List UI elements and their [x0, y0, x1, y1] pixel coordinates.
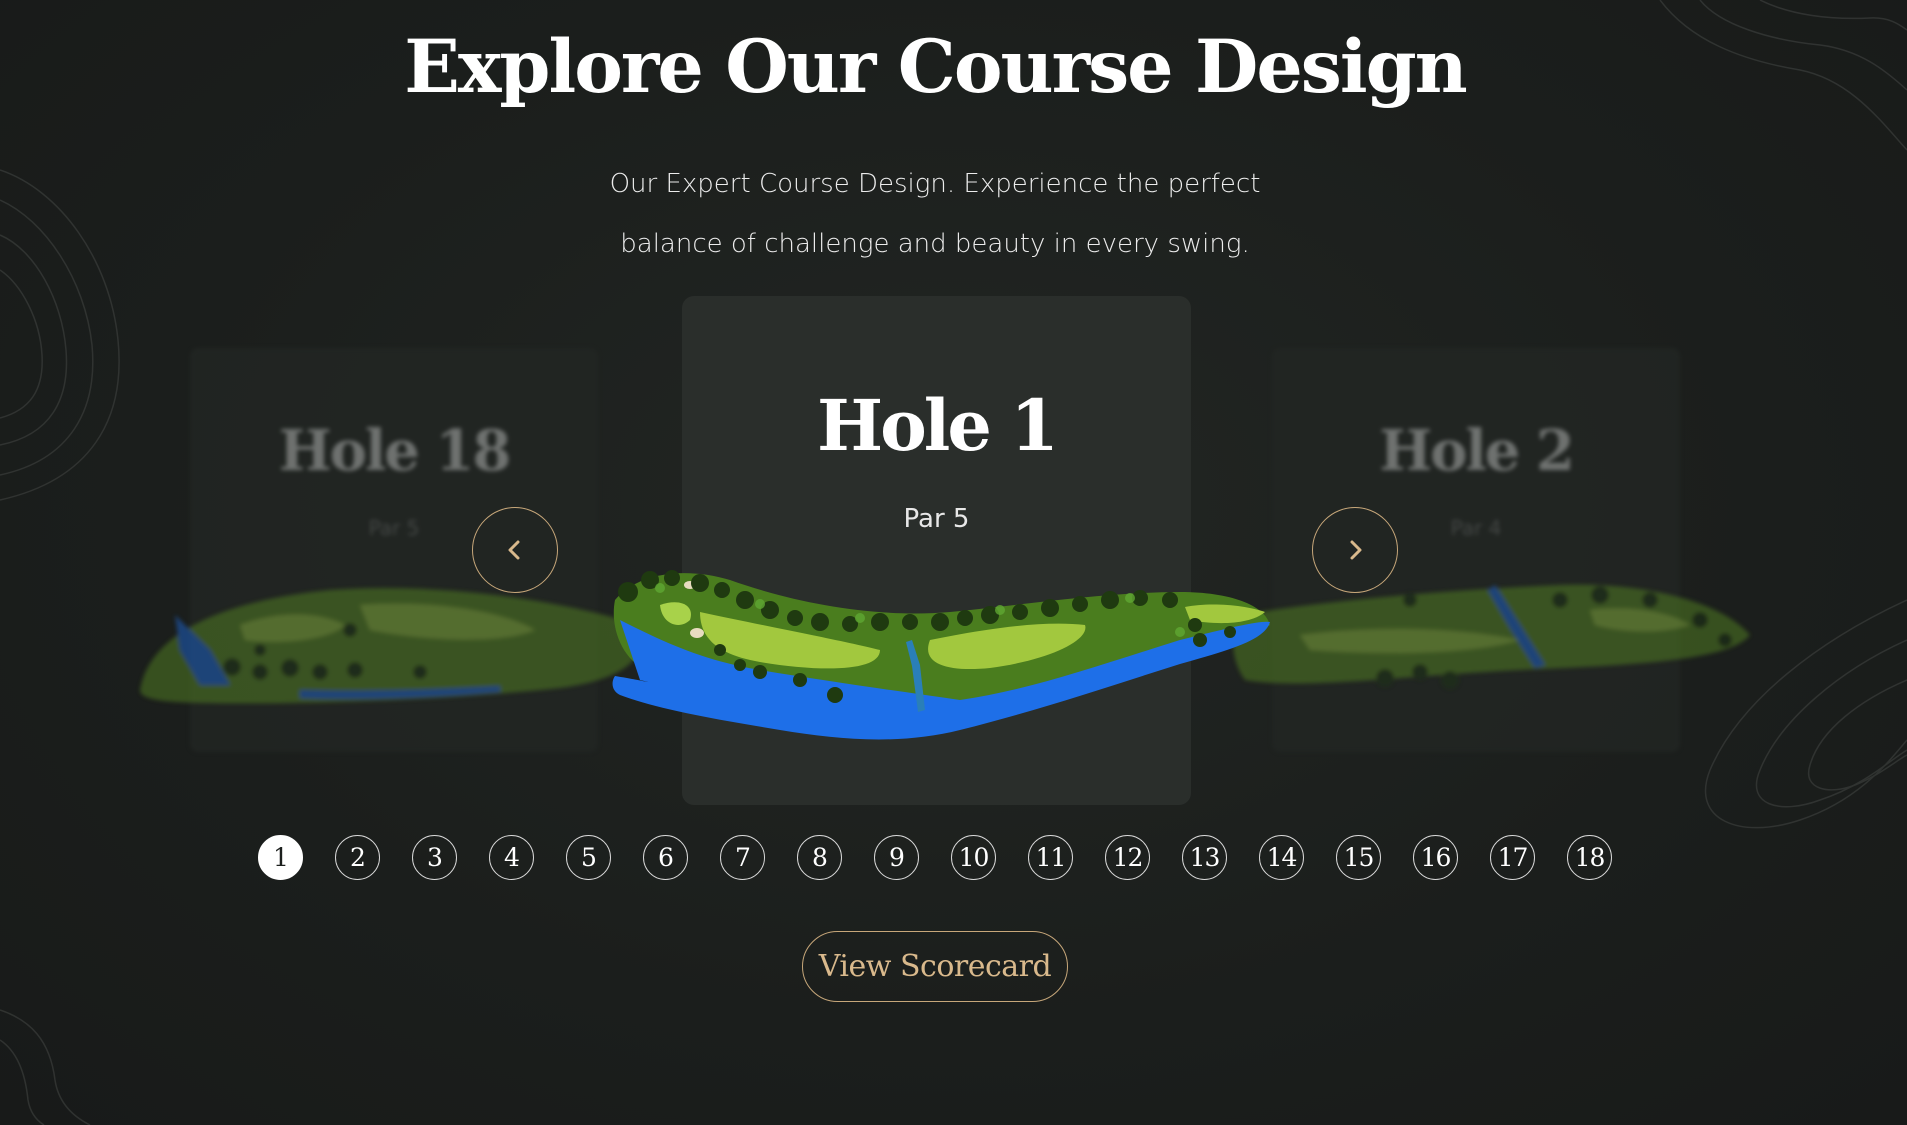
hole-18-map [140, 588, 642, 704]
hole-page-16[interactable]: 16 [1413, 835, 1458, 880]
view-scorecard-button[interactable]: View Scorecard [802, 931, 1068, 1002]
hole-1-map [612, 570, 1270, 740]
hole-page-9[interactable]: 9 [874, 835, 919, 880]
hole-page-3[interactable]: 3 [412, 835, 457, 880]
hole-2-map [1233, 584, 1750, 689]
hole-page-5[interactable]: 5 [566, 835, 611, 880]
hole-page-17[interactable]: 17 [1490, 835, 1535, 880]
hole-page-7[interactable]: 7 [720, 835, 765, 880]
hole-page-8[interactable]: 8 [797, 835, 842, 880]
next-hole-button[interactable] [1312, 507, 1398, 593]
hole-page-12[interactable]: 12 [1105, 835, 1150, 880]
chevron-left-icon [508, 540, 520, 560]
hole-page-15[interactable]: 15 [1336, 835, 1381, 880]
hole-page-18[interactable]: 18 [1567, 835, 1612, 880]
hole-page-13[interactable]: 13 [1182, 835, 1227, 880]
hole-page-1[interactable]: 1 [258, 835, 303, 880]
hole-page-10[interactable]: 10 [951, 835, 996, 880]
hole-page-11[interactable]: 11 [1028, 835, 1073, 880]
previous-hole-button[interactable] [472, 507, 558, 593]
hole-page-6[interactable]: 6 [643, 835, 688, 880]
chevron-right-icon [1350, 540, 1362, 560]
hole-page-14[interactable]: 14 [1259, 835, 1304, 880]
hole-page-4[interactable]: 4 [489, 835, 534, 880]
hole-page-2[interactable]: 2 [335, 835, 380, 880]
